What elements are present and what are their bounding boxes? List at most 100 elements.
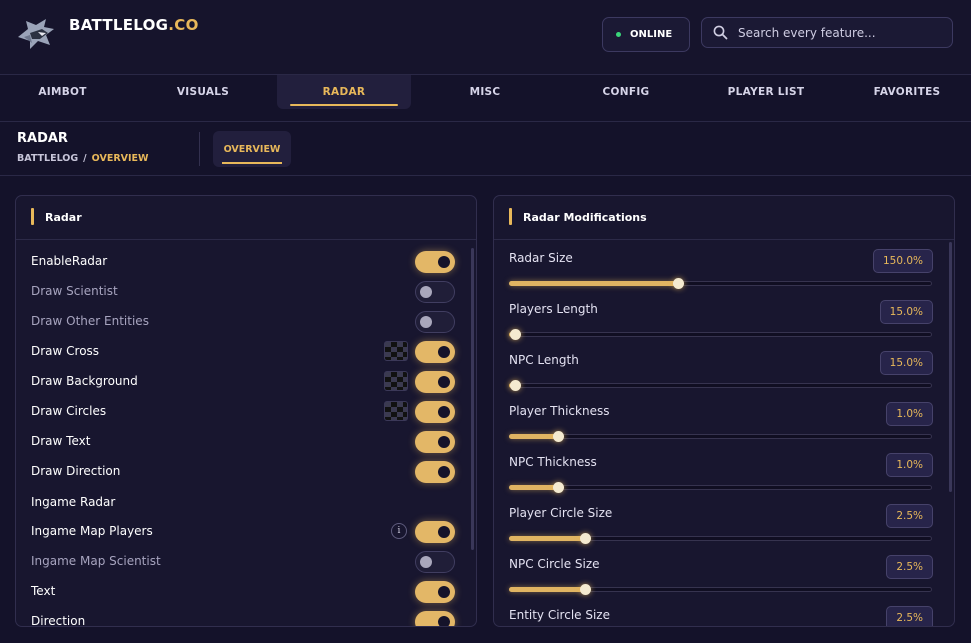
slider-row: NPC Thickness 1.0% [509,453,933,504]
breadcrumb-root[interactable]: BATTLELOG [17,153,78,164]
setting-row: Draw Circles [31,399,455,425]
setting-label: Ingame Map Players [31,524,153,538]
toggle-knob [438,256,450,268]
info-icon[interactable]: i [391,523,407,539]
top-header: BATTLELOG.CO ONLINE [0,0,971,74]
slider-thumb[interactable] [553,431,564,442]
slider-row: Player Circle Size 2.5% [509,504,933,555]
slider-value-badge[interactable]: 15.0% [879,300,933,324]
color-picker-swatch[interactable] [384,341,408,361]
setting-label: Direction [31,614,86,627]
slider-thumb[interactable] [510,329,521,340]
brand-name: BATTLELOG.CO [69,16,199,34]
color-picker-swatch[interactable] [384,371,408,391]
logo-icon [18,19,54,49]
slider-row: NPC Circle Size 2.5% [509,555,933,606]
tab-radar[interactable]: RADAR [277,75,411,109]
slider-value-badge[interactable]: 2.5% [886,606,933,626]
subtab-label: OVERVIEW [223,143,281,155]
toggle-switch[interactable] [415,401,455,423]
slider-row: Players Length 15.0% [509,300,933,351]
toggle-switch[interactable] [415,581,455,603]
section-title: Ingame Radar [31,495,116,509]
toggle-knob [438,586,450,598]
toggle-switch[interactable] [415,461,455,483]
setting-row: Draw Direction [31,459,455,485]
slider-track[interactable] [509,485,932,490]
radar-panel: Radar EnableRadar Draw Scientist Draw Othe… [15,195,477,627]
tab-label: RADAR [322,86,366,98]
setting-label: Text [31,584,56,598]
scrollbar[interactable] [949,242,952,492]
slider-row: Entity Circle Size 2.5% [509,606,933,626]
slider-track[interactable] [509,332,932,337]
status-dot-icon [616,32,621,37]
slider-track[interactable] [509,383,932,388]
toggle-switch[interactable] [415,251,455,273]
setting-label: Draw Circles [31,404,107,418]
slider-value-badge[interactable]: 15.0% [879,351,933,375]
tab-player-list[interactable]: PLAYER LIST [699,75,833,109]
slider-label: Player Thickness [509,404,610,418]
toggle-knob [420,556,432,568]
slider-value-badge[interactable]: 150.0% [872,249,933,273]
slider-value-badge[interactable]: 2.5% [886,504,933,528]
panel-title: Radar Modifications [523,211,647,224]
search-input[interactable] [738,25,938,40]
slider-value-badge[interactable]: 2.5% [886,555,933,579]
setting-row: Direction [31,609,455,627]
setting-row: Draw Cross [31,339,455,365]
toggle-knob [438,616,450,626]
brand-suffix: .CO [168,16,199,34]
online-status-badge: ONLINE [602,17,690,52]
panel-title: Radar [45,211,82,224]
slider-track[interactable] [509,434,932,439]
slider-thumb[interactable] [673,278,684,289]
toggle-switch[interactable] [415,311,455,333]
slider-fill [509,485,558,490]
slider-label: Radar Size [509,251,573,265]
toggle-switch[interactable] [415,521,455,543]
slider-row: NPC Length 15.0% [509,351,933,402]
tab-favorites[interactable]: FAVORITES [840,75,971,109]
page-title: RADAR [17,131,68,146]
slider-label: NPC Length [509,353,579,367]
slider-fill [509,281,678,286]
tab-misc[interactable]: MISC [418,75,552,109]
toggle-switch[interactable] [415,431,455,453]
toggle-switch[interactable] [415,611,455,626]
tab-visuals[interactable]: VISUALS [136,75,270,109]
slider-thumb[interactable] [510,380,521,391]
radar-modifications-panel: Radar Modifications Radar Size 150.0% Play… [493,195,955,627]
color-picker-swatch[interactable] [384,401,408,421]
search-box[interactable] [701,17,953,48]
slider-row: Player Thickness 1.0% [509,402,933,453]
toggle-switch[interactable] [415,551,455,573]
scrollbar[interactable] [471,248,474,550]
toggle-knob [438,526,450,538]
slider-value-badge[interactable]: 1.0% [886,453,933,477]
toggle-switch[interactable] [415,371,455,393]
slider-thumb[interactable] [580,584,591,595]
slider-row: Radar Size 150.0% [509,249,933,300]
subtab-overview[interactable]: OVERVIEW [213,131,291,167]
panel-accent-bar [509,208,512,225]
toggle-knob [438,376,450,388]
slider-thumb[interactable] [553,482,564,493]
slider-thumb[interactable] [580,533,591,544]
slider-label: NPC Circle Size [509,557,600,571]
tab-aimbot[interactable]: AIMBOT [0,75,125,109]
toggle-knob [438,406,450,418]
toggle-switch[interactable] [415,281,455,303]
tab-label: PLAYER LIST [727,86,805,98]
tab-config[interactable]: CONFIG [559,75,693,109]
setting-row: Text [31,579,455,605]
slider-value-badge[interactable]: 1.0% [886,402,933,426]
search-icon [713,25,728,40]
divider [199,132,200,166]
setting-row: Ingame Map Scientist [31,549,455,575]
toggle-knob [438,436,450,448]
toggle-switch[interactable] [415,341,455,363]
active-tab-underline [290,104,398,106]
slider-fill [509,536,585,541]
